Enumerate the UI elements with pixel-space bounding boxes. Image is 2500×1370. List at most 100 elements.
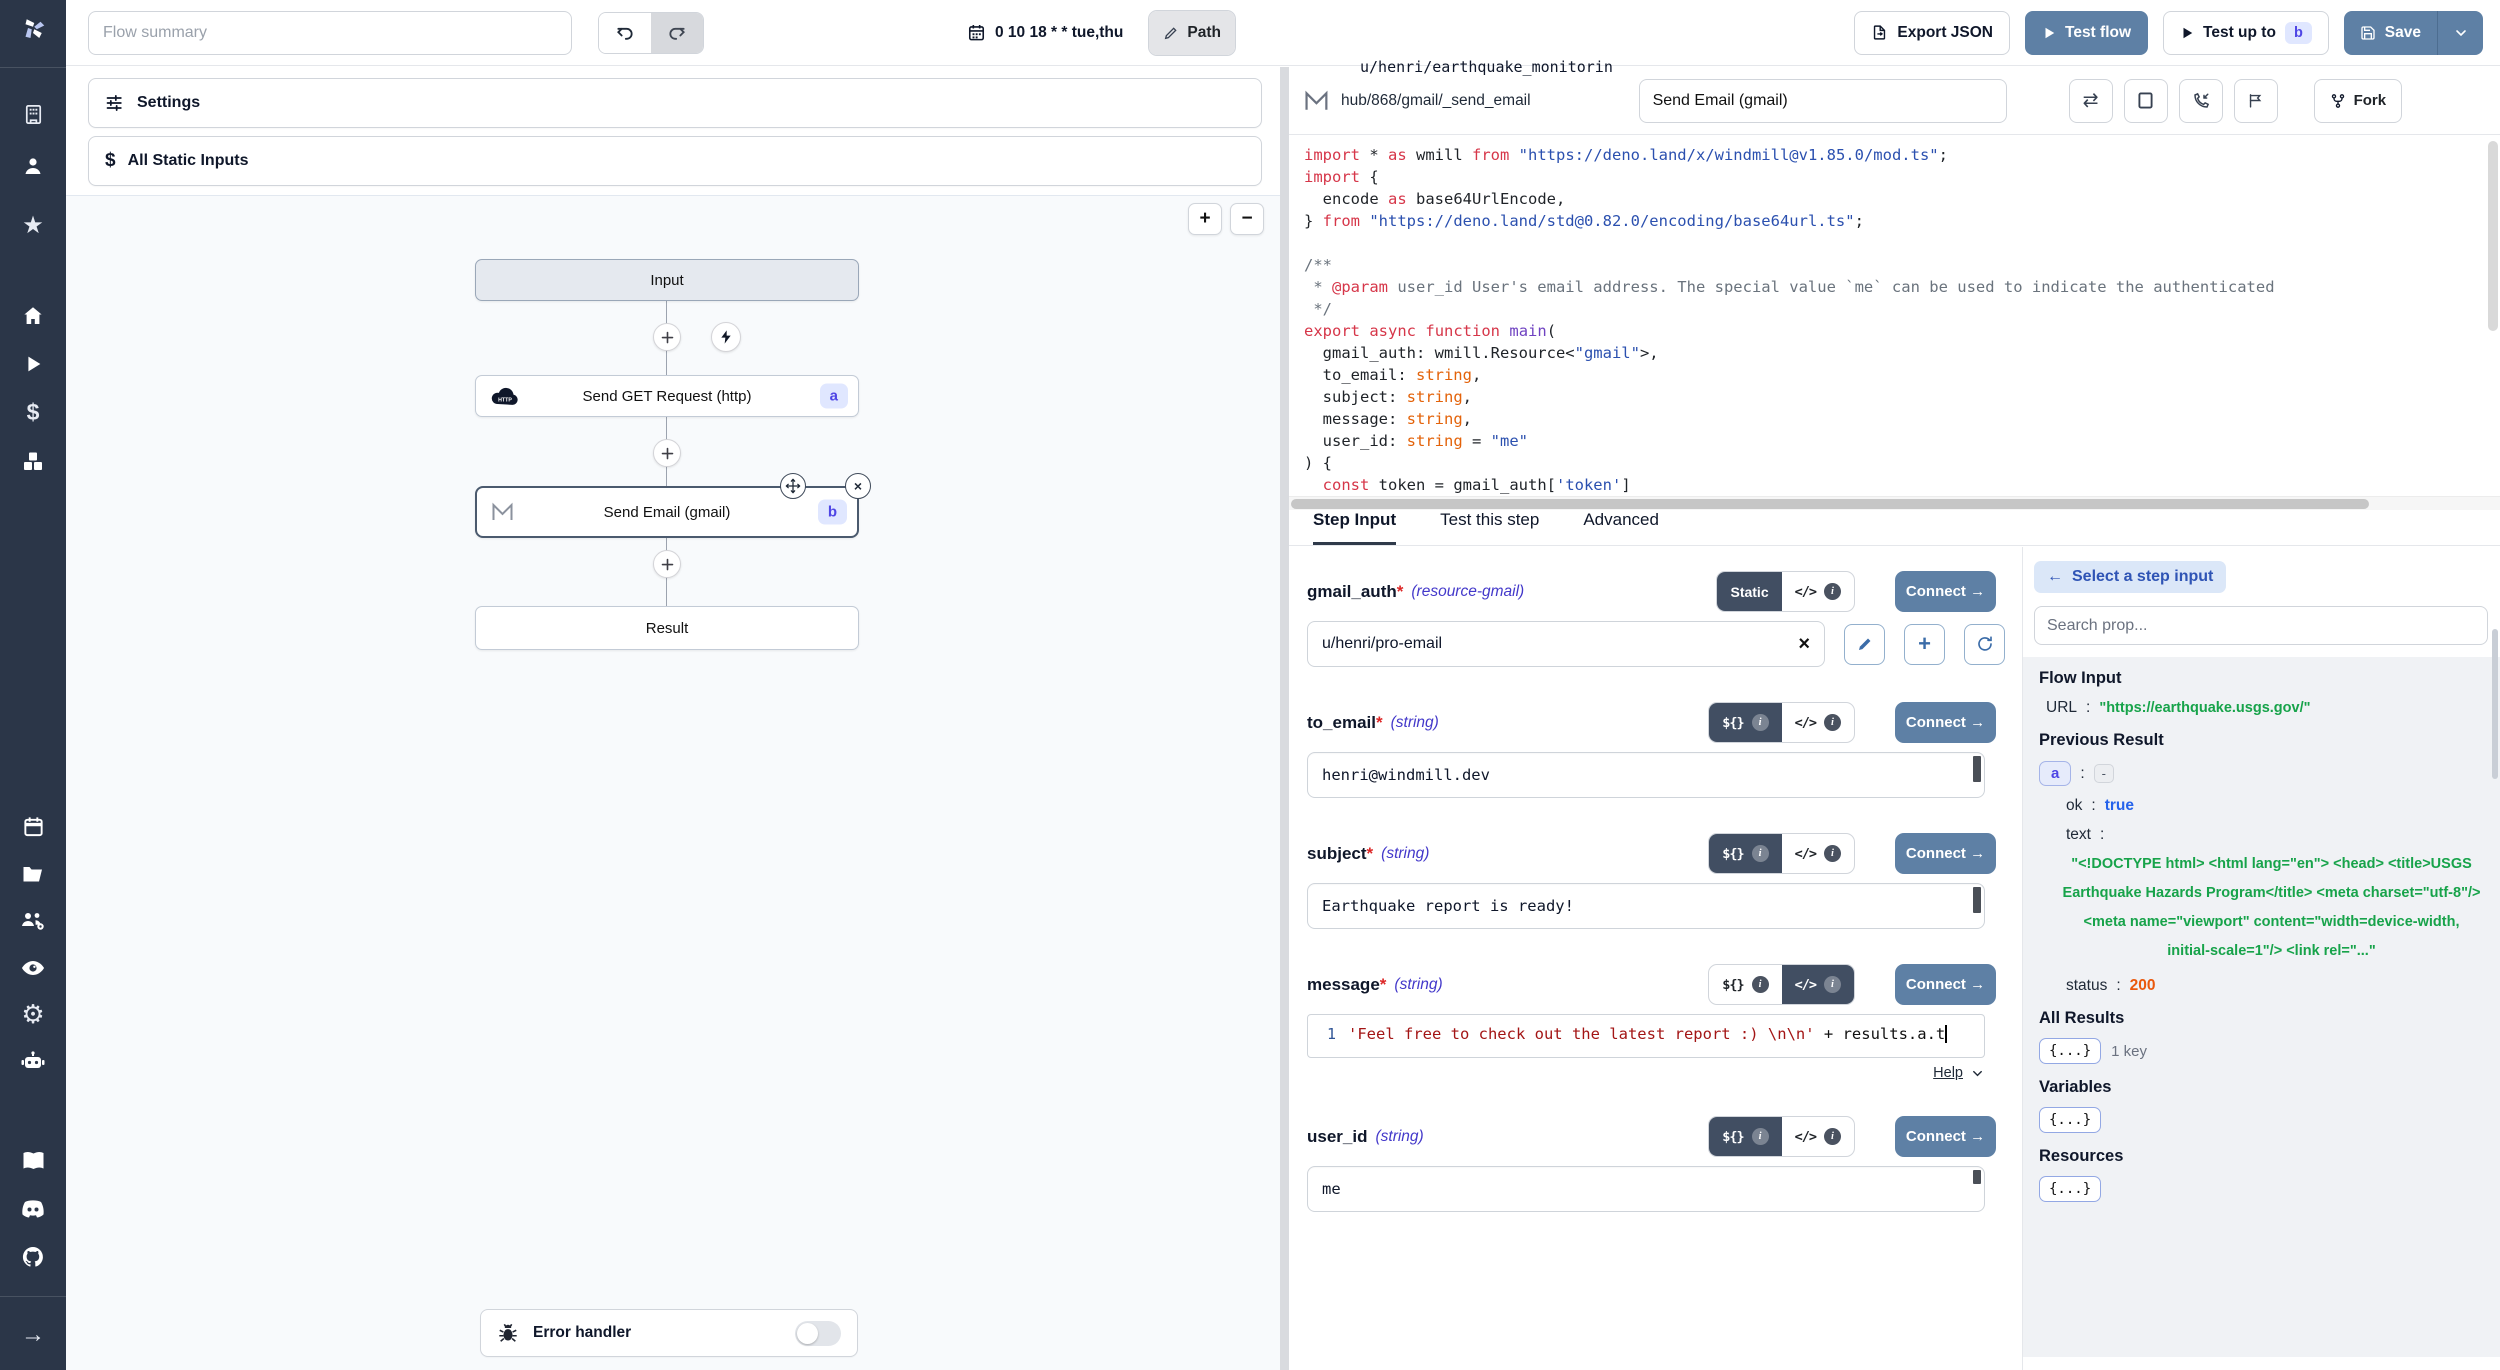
chevron-down-icon[interactable]: [1970, 1066, 1985, 1081]
add-step-button-3[interactable]: [653, 550, 681, 578]
windmill-logo-icon[interactable]: [0, 8, 66, 48]
code-mode-segment[interactable]: </>i: [1782, 572, 1854, 611]
panel-splitter[interactable]: [1280, 67, 1289, 1370]
input-scrollbar[interactable]: [1973, 887, 1981, 913]
groups-users-icon[interactable]: [0, 900, 66, 940]
code-horizontal-scrollbar[interactable]: [1289, 496, 2500, 510]
all-results-object-chip[interactable]: {...}: [2039, 1038, 2101, 1064]
message-expression[interactable]: 'Feel free to check out the latest repor…: [1348, 1015, 1947, 1057]
export-json-button[interactable]: Export JSON: [1854, 11, 2010, 55]
props-scrollbar[interactable]: [2492, 629, 2498, 779]
add-step-button-1[interactable]: [653, 323, 681, 351]
step-a-badge[interactable]: a: [2039, 761, 2071, 786]
prop-ok-row[interactable]: ok : true: [2066, 797, 2484, 815]
info-icon[interactable]: i: [1824, 714, 1841, 731]
template-mode-segment[interactable]: ${}i: [1709, 965, 1781, 1004]
prop-status-row[interactable]: status : 200: [2066, 977, 2484, 995]
flow-settings-button[interactable]: Settings: [88, 78, 1262, 128]
scrollbar-thumb[interactable]: [1291, 499, 2369, 509]
tab-test-this-step[interactable]: Test this step: [1440, 510, 1539, 545]
variables-dollar-icon[interactable]: $: [0, 392, 66, 432]
prop-text-row[interactable]: text :: [2066, 826, 2484, 844]
tab-step-input[interactable]: Step Input: [1313, 510, 1396, 545]
user-icon[interactable]: [0, 146, 66, 186]
code-mode-segment[interactable]: </>i: [1782, 703, 1854, 742]
flow-node-get-request[interactable]: HTTP Send GET Request (http) a: [475, 375, 859, 417]
settings-gear-icon[interactable]: ⚙: [0, 994, 66, 1034]
zoom-in-button[interactable]: +: [1188, 203, 1222, 235]
resource-input[interactable]: u/henri/pro-email ×: [1307, 621, 1825, 667]
prop-url-value[interactable]: "https://earthquake.usgs.gov/": [2099, 700, 2310, 716]
tab-advanced[interactable]: Advanced: [1583, 510, 1659, 545]
template-mode-segment[interactable]: ${}i: [1709, 703, 1781, 742]
to-email-input[interactable]: henri@windmill.dev: [1307, 752, 1985, 798]
info-icon[interactable]: i: [1824, 583, 1841, 600]
zoom-out-button[interactable]: −: [1230, 203, 1264, 235]
info-icon[interactable]: i: [1824, 976, 1841, 993]
template-mode-segment[interactable]: ${}i: [1709, 1117, 1781, 1156]
flag-button[interactable]: [2234, 79, 2278, 123]
collapse-arrow-icon[interactable]: →: [0, 1315, 66, 1355]
home-icon[interactable]: [0, 296, 66, 336]
prop-ok-value[interactable]: true: [2105, 797, 2134, 815]
connect-button[interactable]: Connect →: [1895, 833, 1996, 874]
select-step-input-pill[interactable]: ← Select a step input: [2034, 561, 2226, 593]
connect-button[interactable]: Connect →: [1895, 1116, 1996, 1157]
all-static-inputs-button[interactable]: $ All Static Inputs: [88, 136, 1262, 186]
info-icon[interactable]: i: [1824, 845, 1841, 862]
delete-node-button[interactable]: ×: [845, 473, 871, 499]
move-node-handle[interactable]: [780, 473, 806, 499]
refresh-resource-button[interactable]: [1964, 624, 2005, 665]
input-scrollbar[interactable]: [1973, 1170, 1981, 1184]
edit-resource-button[interactable]: [1844, 624, 1885, 665]
code-mode-segment[interactable]: </>i: [1782, 965, 1854, 1004]
sync-swap-button[interactable]: ⇄: [2069, 79, 2113, 123]
fork-button[interactable]: Fork: [2314, 79, 2403, 123]
flow-canvas[interactable]: + − Input HTTP Send GET Request (http) a: [66, 195, 1280, 1370]
resources-cubes-icon[interactable]: [0, 441, 66, 481]
test-up-to-button[interactable]: Test up to b: [2163, 11, 2329, 55]
expand-square-button[interactable]: [2124, 79, 2168, 123]
connect-button[interactable]: Connect →: [1895, 571, 1996, 612]
info-icon[interactable]: i: [1752, 714, 1769, 731]
add-step-button-2[interactable]: [653, 439, 681, 467]
audit-eye-icon[interactable]: [0, 948, 66, 988]
static-mode-segment[interactable]: Static: [1717, 572, 1781, 611]
help-link[interactable]: Help: [1933, 1065, 1963, 1081]
connect-button[interactable]: Connect →: [1895, 964, 1996, 1005]
undo-button[interactable]: [599, 13, 651, 53]
flow-node-input[interactable]: Input: [475, 259, 859, 301]
save-dropdown-button[interactable]: [2437, 11, 2483, 55]
github-icon[interactable]: [0, 1237, 66, 1277]
discord-icon[interactable]: [0, 1189, 66, 1229]
prop-url-row[interactable]: URL : "https://earthquake.usgs.gov/": [2046, 699, 2484, 717]
webhook-phone-button[interactable]: [2179, 79, 2223, 123]
user-id-input[interactable]: me: [1307, 1166, 1985, 1212]
prop-search-input[interactable]: [2034, 606, 2488, 645]
script-code[interactable]: import * as wmill from "https://deno.lan…: [1304, 144, 2500, 496]
code-mode-segment[interactable]: </>i: [1782, 834, 1854, 873]
info-icon[interactable]: i: [1824, 1128, 1841, 1145]
schedule-display[interactable]: 0 10 18 * * tue,thu: [967, 23, 1123, 42]
step-name-input[interactable]: [1639, 79, 2007, 123]
prop-text-value[interactable]: "<!DOCTYPE html> <html lang="en"> <head>…: [2061, 850, 2482, 966]
add-resource-button[interactable]: +: [1904, 624, 1945, 665]
info-icon[interactable]: i: [1752, 976, 1769, 993]
info-icon[interactable]: i: [1752, 1128, 1769, 1145]
input-scrollbar[interactable]: [1973, 756, 1981, 782]
folders-icon[interactable]: [0, 854, 66, 894]
message-code-editor[interactable]: 1 'Feel free to check out the latest rep…: [1307, 1014, 1985, 1058]
runs-play-icon[interactable]: [0, 344, 66, 384]
connect-button[interactable]: Connect →: [1895, 702, 1996, 743]
script-code-editor[interactable]: import * as wmill from "https://deno.lan…: [1289, 135, 2500, 510]
resources-object-chip[interactable]: {...}: [2039, 1176, 2101, 1202]
docs-book-icon[interactable]: [0, 1141, 66, 1181]
code-mode-segment[interactable]: </>i: [1782, 1117, 1854, 1156]
error-handler-toggle[interactable]: [795, 1321, 841, 1346]
flow-node-result[interactable]: Result: [475, 606, 859, 650]
flow-summary-input[interactable]: [88, 11, 572, 55]
favorites-star-icon[interactable]: ★: [0, 205, 66, 245]
ai-robot-icon[interactable]: [0, 1042, 66, 1082]
subject-input[interactable]: Earthquake report is ready!: [1307, 883, 1985, 929]
save-button[interactable]: Save: [2344, 11, 2437, 55]
